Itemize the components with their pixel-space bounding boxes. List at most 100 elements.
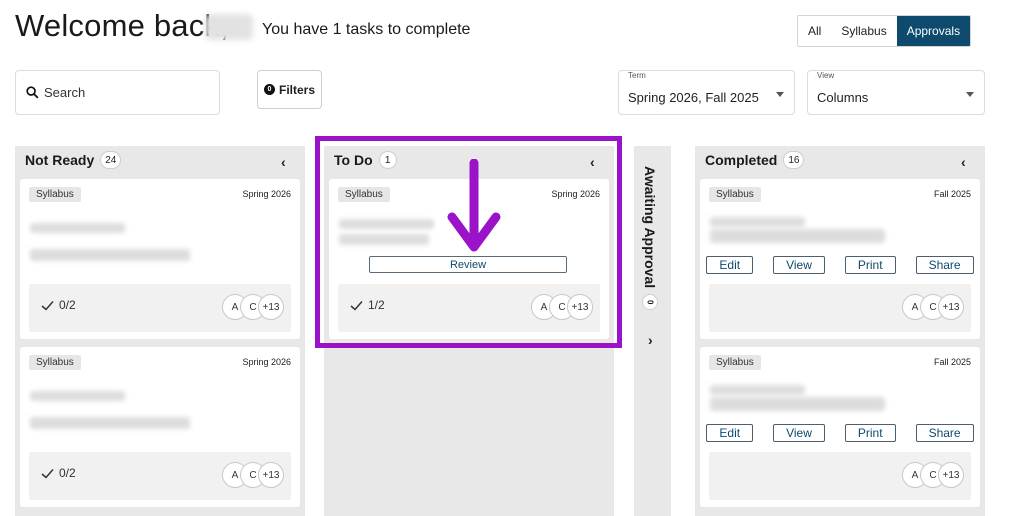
- column-header: Not Ready 24: [25, 151, 122, 169]
- term-select[interactable]: Term Spring 2026, Fall 2025: [618, 70, 795, 115]
- progress-value: 0/2: [59, 466, 76, 480]
- redacted-text: [30, 417, 190, 429]
- print-button[interactable]: Print: [844, 256, 896, 274]
- filters-count-badge: 0: [263, 84, 275, 95]
- avatar-group[interactable]: A C +13: [531, 294, 593, 320]
- card-actions: Edit View Print Share: [700, 256, 980, 274]
- share-button[interactable]: Share: [915, 424, 974, 442]
- column-count-badge: 1: [378, 151, 397, 169]
- share-button[interactable]: Share: [915, 256, 974, 274]
- chevron-left-icon[interactable]: ‹: [590, 154, 595, 170]
- redacted-text: [710, 217, 805, 227]
- term-label: Term: [628, 71, 646, 80]
- view-button[interactable]: View: [773, 424, 825, 442]
- check-icon: [350, 300, 363, 311]
- avatar-more: +13: [938, 294, 964, 320]
- redacted-text: [710, 397, 885, 411]
- check-icon: [41, 300, 54, 311]
- redacted-text: [710, 385, 805, 395]
- chevron-down-icon: [966, 92, 974, 97]
- avatar-more: +13: [258, 294, 284, 320]
- checklist-progress: 0/2: [41, 298, 76, 312]
- avatar-more: +13: [567, 294, 593, 320]
- avatar-group[interactable]: A C +13: [902, 462, 964, 488]
- column-count-badge: 16: [783, 151, 805, 169]
- task-card[interactable]: Syllabus Spring 2026 0/2 A C +13: [20, 179, 300, 339]
- chevron-left-icon[interactable]: ‹: [281, 154, 286, 170]
- redacted-text: [339, 219, 434, 229]
- view-value: Columns: [817, 90, 869, 105]
- column-title: Awaiting Approval: [642, 166, 658, 289]
- card-term: Spring 2026: [242, 357, 291, 367]
- edit-button[interactable]: Edit: [706, 256, 754, 274]
- redacted-text: [710, 229, 885, 243]
- column-header: Completed 16: [705, 151, 805, 169]
- avatar-group[interactable]: A C +13: [222, 462, 284, 488]
- review-button[interactable]: Review: [369, 256, 567, 273]
- view-button[interactable]: View: [773, 256, 825, 274]
- progress-value: 0/2: [59, 298, 76, 312]
- search-input[interactable]: [44, 85, 204, 100]
- column-header: Awaiting Approval 0: [642, 166, 658, 311]
- print-button[interactable]: Print: [844, 424, 896, 442]
- column-title: Completed: [705, 152, 778, 168]
- checklist-progress: 0/2: [41, 466, 76, 480]
- column-header: To Do 1: [334, 151, 397, 169]
- avatar-more: +13: [258, 462, 284, 488]
- chevron-right-icon[interactable]: ›: [648, 332, 653, 348]
- card-term: Fall 2025: [933, 189, 971, 199]
- card-footer: 0/2 A C +13: [29, 284, 291, 332]
- task-card[interactable]: Syllabus Fall 2025 Edit View Print Share…: [700, 179, 980, 339]
- column-awaiting-approval[interactable]: Awaiting Approval 0 ›: [634, 146, 671, 516]
- check-icon: [41, 468, 54, 479]
- column-todo: To Do 1 ‹ Syllabus Spring 2026 Review 1/…: [324, 146, 614, 516]
- task-card[interactable]: Syllabus Spring 2026 0/2 A C +13: [20, 347, 300, 507]
- welcome-heading: Welcome back,: [15, 8, 229, 43]
- progress-value: 1/2: [368, 298, 385, 312]
- card-actions: Edit View Print Share: [700, 424, 980, 442]
- segment-all[interactable]: All: [798, 16, 832, 46]
- card-term: Spring 2026: [242, 189, 291, 199]
- card-tag: Syllabus: [338, 187, 390, 202]
- segment-approvals[interactable]: Approvals: [896, 16, 971, 46]
- segment-syllabus[interactable]: Syllabus: [831, 16, 897, 46]
- card-footer: A C +13: [709, 452, 971, 500]
- redacted-text: [30, 223, 125, 233]
- checklist-progress: 1/2: [350, 298, 385, 312]
- search-box[interactable]: [15, 70, 220, 115]
- card-term: Fall 2025: [933, 357, 971, 367]
- filters-label: Filters: [278, 82, 315, 97]
- task-card[interactable]: Syllabus Fall 2025 Edit View Print Share…: [700, 347, 980, 507]
- view-segmented-control: All Syllabus Approvals: [797, 15, 972, 47]
- redacted-text: [30, 391, 125, 401]
- column-count-badge: 0: [642, 294, 658, 311]
- tasks-message: You have 1 tasks to complete: [262, 21, 471, 38]
- chevron-down-icon: [776, 92, 784, 97]
- card-tag: Syllabus: [709, 187, 761, 202]
- filters-button[interactable]: 0 Filters: [257, 70, 322, 109]
- view-select[interactable]: View Columns: [807, 70, 985, 115]
- column-completed: Completed 16 ‹ Syllabus Fall 2025 Edit V…: [695, 146, 985, 516]
- view-label: View: [817, 71, 835, 80]
- card-tag: Syllabus: [709, 355, 761, 370]
- avatar-group[interactable]: A C +13: [902, 294, 964, 320]
- card-footer: 0/2 A C +13: [29, 452, 291, 500]
- task-card[interactable]: Syllabus Spring 2026 Review 1/2 A C +13: [329, 179, 609, 339]
- search-icon: [26, 86, 39, 99]
- card-tag: Syllabus: [29, 355, 81, 370]
- edit-button[interactable]: Edit: [706, 424, 754, 442]
- redacted-text: [339, 234, 429, 245]
- term-value: Spring 2026, Fall 2025: [628, 90, 759, 105]
- column-not-ready: Not Ready 24 ‹ Syllabus Spring 2026 0/2 …: [15, 146, 305, 516]
- column-title: To Do: [334, 152, 373, 168]
- card-footer: 1/2 A C +13: [338, 284, 600, 332]
- card-term: Spring 2026: [551, 189, 600, 199]
- user-name-redacted: [205, 14, 253, 40]
- avatar-more: +13: [938, 462, 964, 488]
- column-title: Not Ready: [25, 152, 95, 168]
- chevron-left-icon[interactable]: ‹: [961, 154, 966, 170]
- redacted-text: [30, 249, 190, 261]
- card-tag: Syllabus: [29, 187, 81, 202]
- avatar-group[interactable]: A C +13: [222, 294, 284, 320]
- column-count-badge: 24: [100, 151, 122, 169]
